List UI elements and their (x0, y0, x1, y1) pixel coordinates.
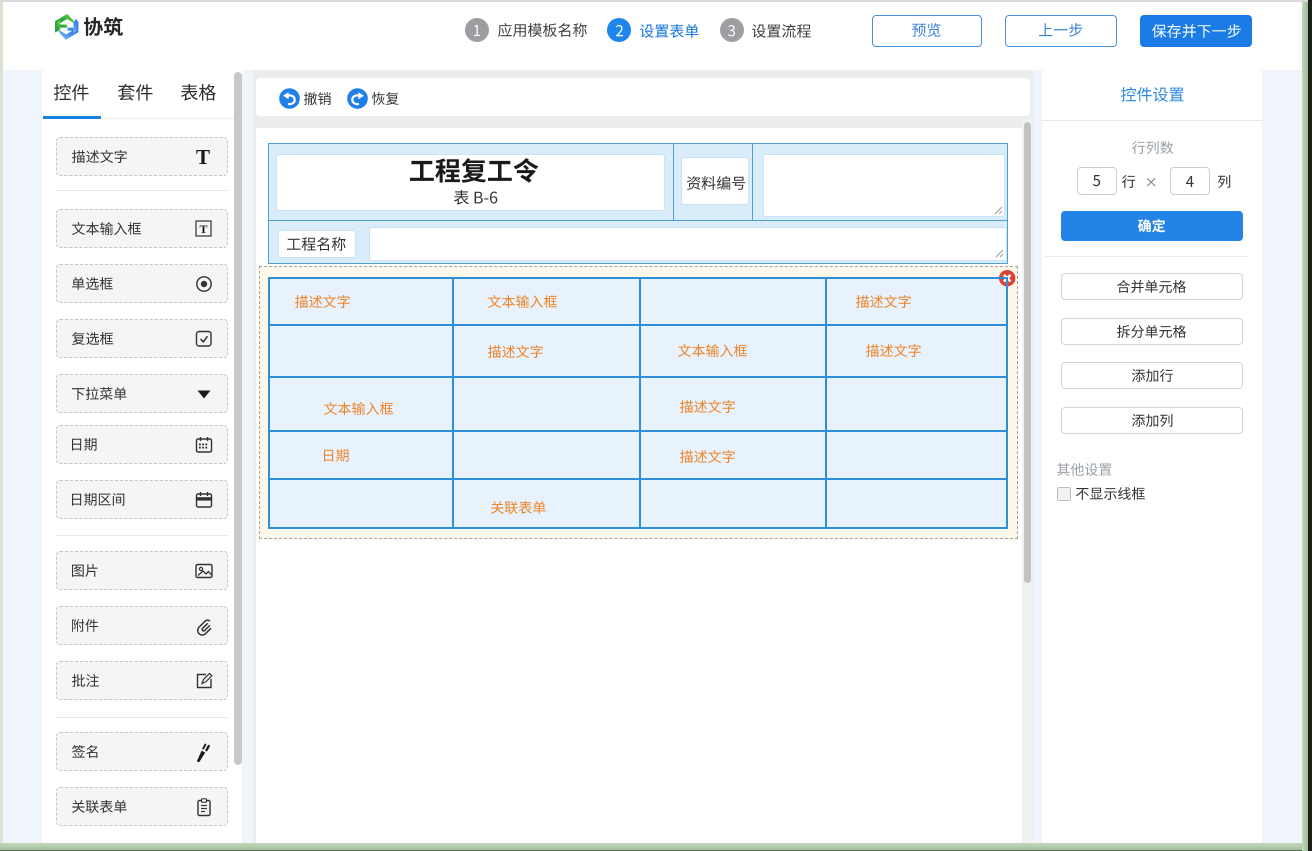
svg-text:T: T (199, 222, 207, 236)
